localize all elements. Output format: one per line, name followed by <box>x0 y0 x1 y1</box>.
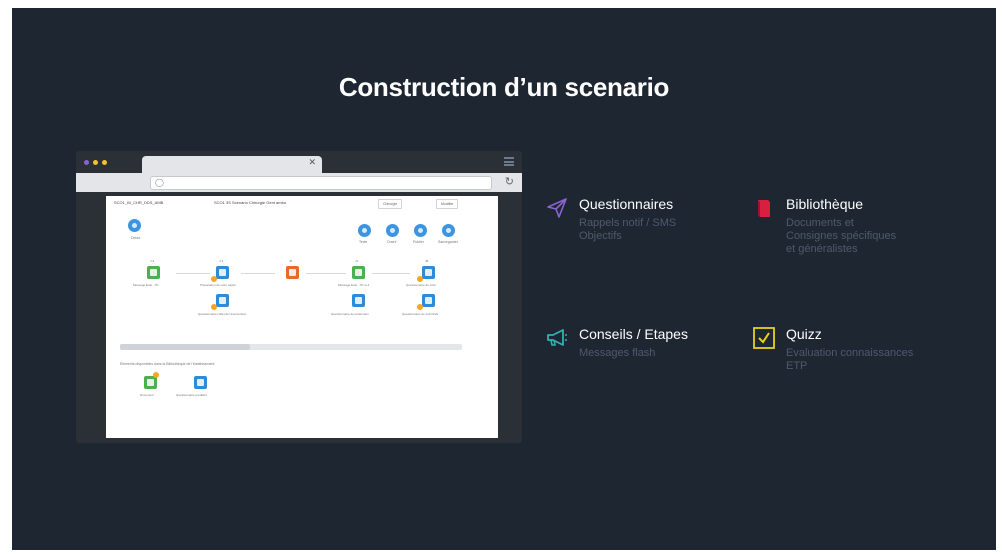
badge-icon <box>417 276 423 282</box>
questionnaire-icon[interactable] <box>194 376 207 389</box>
megaphone-icon <box>547 329 567 346</box>
feature-desc: Rappels notif / SMS Objectifs <box>579 217 676 243</box>
connector-line <box>176 273 210 274</box>
event-node-icon[interactable] <box>286 266 299 279</box>
questionnaire-node-icon[interactable] <box>216 294 229 307</box>
feature-desc-line: Messages flash <box>579 347 656 359</box>
feature-title: Quizz <box>786 326 822 342</box>
browser-tab[interactable]: ✕ <box>142 156 322 173</box>
paper-plane-icon <box>547 198 567 218</box>
feature-title: Conseils / Etapes <box>579 326 688 342</box>
feature-desc-line: Rappels notif / SMS <box>579 217 677 229</box>
library-item-label: Questionnaire prédéfini <box>176 393 208 397</box>
menu-icon[interactable] <box>504 157 514 166</box>
feature-desc: Documents et Consignes spécifiques et gé… <box>786 217 896 256</box>
screen-header-mid: SCO1 3S Scenario Chirurgie Gent ambu <box>214 200 287 205</box>
questionnaire-node-icon[interactable] <box>216 266 229 279</box>
connector-line <box>241 273 275 274</box>
url-bar[interactable]: ◯ <box>150 176 492 190</box>
feature-desc-line: Objectifs <box>579 230 622 242</box>
questionnaire-node-icon[interactable] <box>352 294 365 307</box>
action-icon[interactable] <box>358 224 371 237</box>
feature-desc-line: Consignes spécifiques <box>786 230 897 242</box>
slide: Construction d’un scenario ✕ ◯ ↻ SCO1_BI… <box>12 8 996 550</box>
globe-icon: ◯ <box>155 178 164 187</box>
feature-desc-line: Evaluation connaissances <box>786 347 914 359</box>
badge-icon <box>211 276 217 282</box>
action-icon[interactable] <box>442 224 455 237</box>
action-icon[interactable] <box>414 224 427 237</box>
node-label: Questionnaire de suivi EVA <box>402 312 439 316</box>
library-label: Éléments disponibles dans la Bibliothèqu… <box>120 362 215 366</box>
feature-desc-line: et généralistes <box>786 243 858 255</box>
connector-line <box>306 273 346 274</box>
horizontal-scrollbar[interactable] <box>120 344 462 350</box>
browser-toolbar: ◯ ↻ <box>76 173 522 192</box>
message-node-icon[interactable] <box>352 266 365 279</box>
slide-title: Construction d’un scenario <box>338 72 670 102</box>
badge-icon <box>211 304 217 310</box>
message-node-icon[interactable] <box>147 266 160 279</box>
feature-desc-line: Documents et <box>786 217 854 229</box>
feature-title: Questionnaires <box>579 196 674 212</box>
node-time: J-3 <box>219 259 224 263</box>
start-icon[interactable] <box>128 219 141 232</box>
start-label: Debut <box>131 236 141 240</box>
reload-icon[interactable]: ↻ <box>505 175 514 188</box>
node-label: Message Eval - TN <box>133 283 159 287</box>
filter-select[interactable]: Chirurgie <box>378 199 403 209</box>
action-label: Ouvrir <box>387 240 397 244</box>
node-label: Message Eval - TN J+1 <box>338 283 370 287</box>
node-label: Questionnaire de lendemain <box>331 312 369 316</box>
node-time: J-3 <box>150 259 155 263</box>
node-time: J1 <box>355 259 359 263</box>
feature-title: Bibliothèque <box>786 196 864 212</box>
questionnaire-node-icon[interactable] <box>422 266 435 279</box>
library-item-label: Document <box>140 393 154 397</box>
node-label: Questionnaire de suivi <box>406 283 436 287</box>
checkbox-icon <box>753 327 775 349</box>
connector-line <box>372 273 410 274</box>
feature-desc-line: ETP <box>786 360 808 372</box>
browser-mockup: ✕ ◯ ↻ SCO1_BI_CHR_DDS_AMB SCO1 3S Scenar… <box>76 151 522 443</box>
action-label: Publier <box>413 240 424 244</box>
badge-icon <box>417 304 423 310</box>
window-dot-icon <box>84 160 89 165</box>
action-label: Texte <box>359 240 368 244</box>
feature-desc: Evaluation connaissances ETP <box>786 347 913 373</box>
screen-header-left: SCO1_BI_CHR_DDS_AMB <box>114 200 164 205</box>
feature-desc: Messages flash <box>579 347 655 360</box>
scenario-screen: SCO1_BI_CHR_DDS_AMB SCO1 3S Scenario Chi… <box>106 196 498 438</box>
action-label: Sauvegarder <box>438 240 459 244</box>
close-icon[interactable]: ✕ <box>308 157 316 168</box>
window-dot-icon <box>102 160 107 165</box>
book-icon <box>758 200 770 217</box>
action-icon[interactable] <box>386 224 399 237</box>
node-label: Préparation de votre séjour <box>200 283 237 287</box>
node-label: Questionnaire l'effet de l'intervention <box>198 312 247 316</box>
scroll-thumb[interactable] <box>120 344 250 350</box>
window-dot-icon <box>93 160 98 165</box>
badge-icon <box>153 372 159 378</box>
edit-button[interactable]: Modifier <box>436 199 459 209</box>
node-time: J0 <box>289 259 293 263</box>
questionnaire-node-icon[interactable] <box>422 294 435 307</box>
node-time: J8 <box>425 259 429 263</box>
